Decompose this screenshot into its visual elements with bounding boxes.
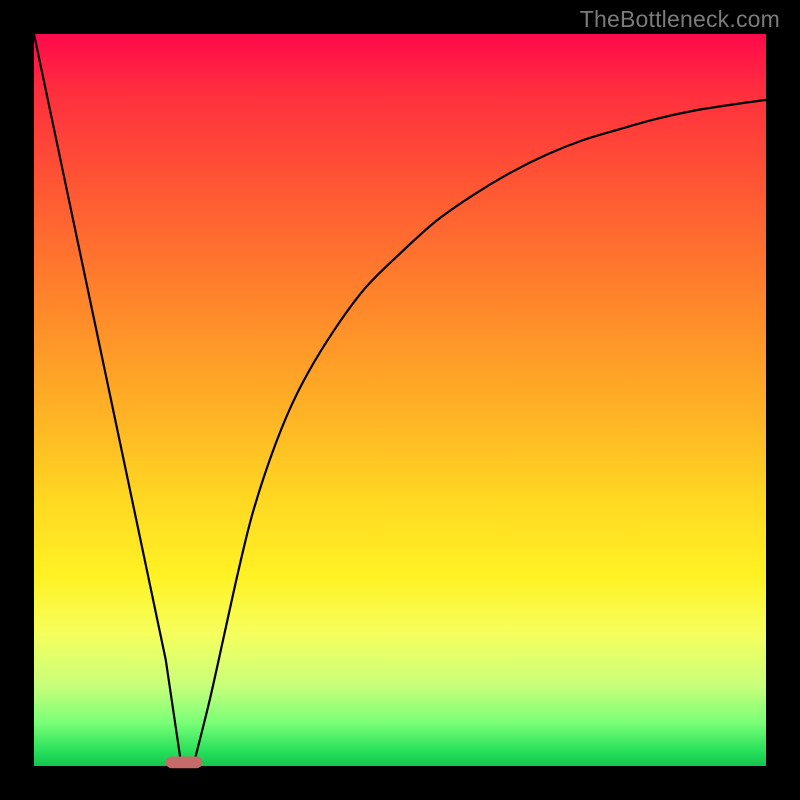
chart-svg: [34, 34, 766, 766]
chart-frame: TheBottleneck.com: [0, 0, 800, 800]
plot-area: [34, 34, 766, 766]
recommended-range-pill: [166, 756, 203, 768]
curve-right-branch: [195, 100, 766, 759]
watermark-text: TheBottleneck.com: [580, 6, 780, 33]
curve-left-branch: [34, 34, 180, 759]
